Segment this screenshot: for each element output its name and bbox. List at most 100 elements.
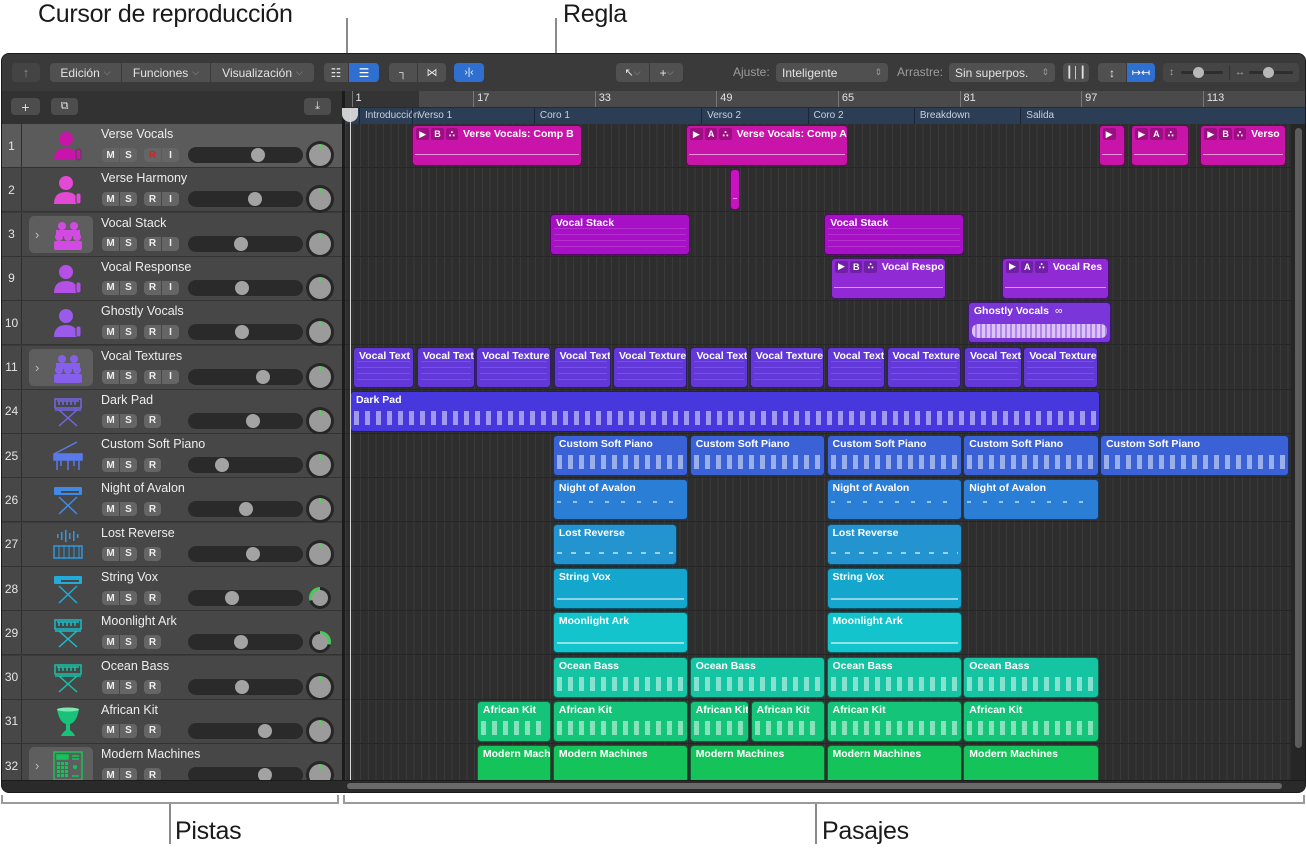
marker-verso-2[interactable]: Verso 2	[701, 108, 807, 124]
waveform-zoom-button[interactable]: ┃│┃	[1063, 63, 1089, 82]
solo-button[interactable]: S	[120, 280, 137, 295]
region[interactable]: String Vox	[552, 568, 689, 609]
quick-swipe-icon[interactable]: ∴	[445, 128, 458, 140]
region[interactable]: Ocean Bass	[552, 656, 689, 698]
track-name[interactable]: Dark Pad	[101, 393, 153, 407]
record-enable-button[interactable]: R	[144, 591, 161, 605]
track-lane[interactable]	[345, 478, 1305, 523]
menu-functions[interactable]: Funciones ⌵	[122, 63, 210, 82]
record-enable-button[interactable]: R	[144, 192, 161, 207]
marker-salida[interactable]: Salida	[1020, 108, 1275, 124]
track-header[interactable]: 28 String Vox M S R	[2, 567, 342, 611]
solo-button[interactable]: S	[120, 148, 137, 162]
mute-button[interactable]: M	[102, 591, 119, 605]
region[interactable]: Ghostly Vocals ∞	[967, 302, 1111, 344]
solo-button[interactable]: S	[120, 546, 137, 561]
mute-button[interactable]: M	[102, 546, 119, 561]
region[interactable]: Night of Avalon	[963, 479, 1099, 521]
volume-slider[interactable]	[188, 501, 303, 518]
pan-knob[interactable]	[309, 409, 331, 432]
track-header[interactable]: 3 › Vocal Stack M S R I	[2, 212, 342, 257]
region[interactable]: Vocal Texture	[886, 346, 961, 388]
record-enable-button[interactable]: R	[144, 236, 161, 251]
track-header[interactable]: 26 Night of Avalon M S R	[2, 478, 342, 523]
region[interactable]: Vocal Stack	[824, 213, 965, 255]
track-name[interactable]: Verse Vocals	[101, 127, 173, 141]
solo-button[interactable]: S	[120, 325, 137, 340]
volume-slider-knob[interactable]	[233, 635, 248, 650]
horizontal-auto-zoom-button[interactable]: ↦↤	[1127, 63, 1155, 82]
region[interactable]: Modern Machines	[826, 745, 962, 780]
quick-swipe-icon[interactable]: ∴	[1164, 128, 1177, 140]
region[interactable]: Lost Reverse	[552, 523, 677, 565]
list-view-button[interactable]: ☰	[349, 63, 379, 82]
record-enable-button[interactable]: R	[144, 768, 161, 780]
playhead[interactable]	[350, 108, 351, 780]
take-letter[interactable]: B	[849, 260, 863, 273]
solo-button[interactable]: S	[120, 635, 137, 650]
record-enable-button[interactable]: R	[144, 280, 161, 295]
duplicate-track-button[interactable]: ⧉	[51, 98, 78, 115]
track-header[interactable]: 31 African Kit M S R	[2, 699, 342, 744]
track-stack-folder[interactable]: ›	[29, 215, 93, 253]
region[interactable]: Vocal Texture	[749, 346, 825, 388]
horizontal-scrollbar-thumb[interactable]	[347, 783, 1282, 789]
region[interactable]: ▶ A ∴ Verse Vocals: Comp A	[685, 125, 848, 166]
track-lane[interactable]	[345, 301, 1305, 346]
region[interactable]: Modern Machi	[476, 745, 552, 780]
mute-button[interactable]: M	[102, 413, 119, 428]
pan-knob[interactable]	[309, 719, 331, 742]
region[interactable]: Modern Machines	[552, 745, 689, 780]
region[interactable]: ▶ B ∴ Verse Vocals: Comp B	[412, 125, 582, 166]
region[interactable]: Vocal Texture	[476, 346, 551, 388]
track-name[interactable]: Moonlight Ark	[101, 614, 177, 628]
vertical-zoom-slider[interactable]	[1181, 67, 1223, 78]
vertical-auto-zoom-button[interactable]: ↕	[1098, 63, 1126, 82]
marker-verso-1[interactable]: Verso 1	[412, 108, 534, 124]
volume-slider-knob[interactable]	[238, 502, 253, 517]
volume-slider-knob[interactable]	[258, 723, 273, 738]
quick-swipe-icon[interactable]: ∴	[719, 128, 732, 140]
track-header[interactable]: 11 › Vocal Textures M S R I	[2, 345, 342, 390]
region[interactable]: Vocal Text	[416, 346, 476, 388]
record-enable-button[interactable]: R	[144, 723, 161, 738]
track-header[interactable]: 27 Lost Reverse M S R	[2, 522, 342, 567]
track-header[interactable]: 32 › Modern Machines M S R	[2, 744, 342, 780]
back-button[interactable]: ↑	[12, 63, 40, 82]
region[interactable]: Modern Machines	[963, 745, 1099, 780]
region[interactable]: Ocean Bass	[826, 656, 962, 698]
disclosure-triangle-icon[interactable]: ›	[35, 758, 39, 773]
disclosure-triangle-icon[interactable]: ›	[35, 360, 39, 375]
region[interactable]: Vocal Stack	[549, 213, 691, 255]
track-lane[interactable]	[345, 567, 1305, 611]
volume-slider[interactable]	[188, 722, 303, 739]
region[interactable]: Moonlight Ark	[826, 612, 962, 654]
region[interactable]: Custom Soft Piano	[552, 435, 689, 477]
volume-slider[interactable]	[188, 412, 303, 429]
take-play-icon[interactable]: ▶	[416, 128, 430, 140]
track-header[interactable]: 29 Moonlight Ark M S R	[2, 611, 342, 656]
record-enable-button[interactable]: R	[144, 502, 161, 517]
region[interactable]: African Kit	[963, 700, 1099, 742]
mute-button[interactable]: M	[102, 369, 119, 384]
region[interactable]: Vocal Text	[964, 346, 1022, 388]
pan-knob[interactable]	[309, 764, 331, 780]
track-name[interactable]: Vocal Response	[101, 260, 191, 274]
disclosure-triangle-icon[interactable]: ›	[35, 227, 39, 242]
region[interactable]: Ocean Bass	[963, 656, 1099, 698]
catch-playhead-button[interactable]: ›|‹	[454, 63, 484, 82]
mute-button[interactable]: M	[102, 679, 119, 694]
region[interactable]: Vocal Texture	[1023, 346, 1098, 388]
pan-knob[interactable]	[309, 188, 331, 211]
track-lane[interactable]	[345, 257, 1305, 301]
region[interactable]: Night of Avalon	[826, 479, 962, 521]
volume-slider[interactable]	[188, 678, 303, 695]
region[interactable]: Vocal Text	[827, 346, 885, 388]
track-name[interactable]: Verse Harmony	[101, 171, 187, 185]
take-letter[interactable]: A	[1150, 128, 1163, 140]
region[interactable]: ▶ A ∴	[1131, 125, 1189, 166]
tracks-area[interactable]: ▶ B ∴ Verse Vocals: Comp B ▶ A ∴ Verse Vocals: …	[345, 124, 1305, 780]
track-lane[interactable]	[345, 656, 1305, 700]
drag-mode-select[interactable]: Sin superpos. ⇕	[949, 63, 1055, 82]
region[interactable]: Custom Soft Piano	[963, 435, 1099, 477]
